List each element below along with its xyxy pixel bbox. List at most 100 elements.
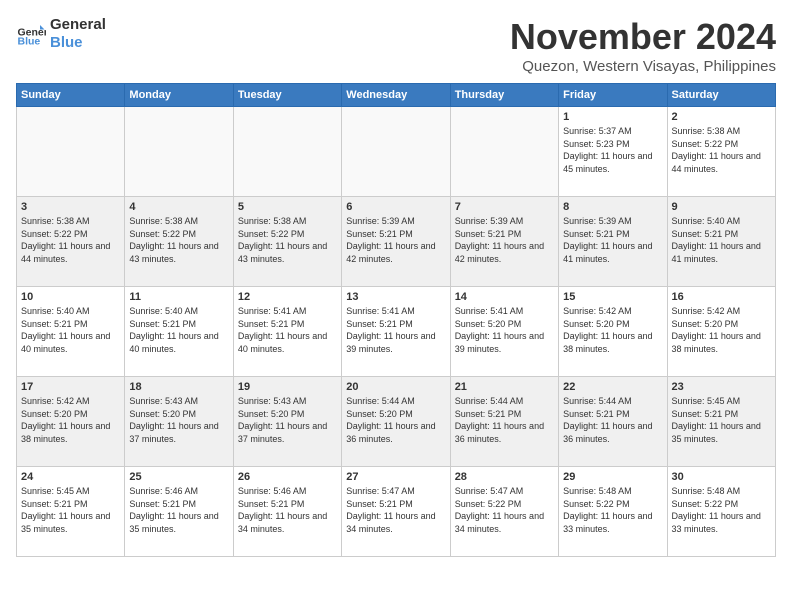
calendar-cell: 28 Sunrise: 5:47 AM Sunset: 5:22 PM Dayli… [450, 467, 558, 557]
weekday-header-saturday: Saturday [667, 84, 775, 107]
calendar-cell: 7Sunrise: 5:39 AM Sunset: 5:21 PM Daylig… [450, 197, 558, 287]
weekday-header-tuesday: Tuesday [233, 84, 341, 107]
day-info: Sunrise: 5:38 AM Sunset: 5:22 PM Dayligh… [238, 215, 337, 265]
calendar-cell: 30 Sunrise: 5:48 AM Sunset: 5:22 PM Dayli… [667, 467, 775, 557]
day-number: 14 [455, 291, 554, 303]
day-info: Sunrise: 5:40 AM Sunset: 5:21 PM Dayligh… [129, 305, 228, 355]
day-number: 26 [238, 471, 337, 483]
weekday-header-row: SundayMondayTuesdayWednesdayThursdayFrid… [17, 84, 776, 107]
week-row-4: 17 Sunrise: 5:42 AM Sunset: 5:20 PM Dayli… [17, 377, 776, 467]
calendar-cell: 5 Sunrise: 5:38 AM Sunset: 5:22 PM Daylig… [233, 197, 341, 287]
day-number: 17 [21, 381, 120, 393]
day-info: Sunrise: 5:47 AM Sunset: 5:21 PM Dayligh… [346, 485, 445, 535]
day-info: Sunrise: 5:39 AM Sunset: 5:21 PM Dayligh… [346, 215, 445, 265]
calendar-cell: 19Sunrise: 5:43 AM Sunset: 5:20 PM Dayli… [233, 377, 341, 467]
day-number: 4 [129, 201, 228, 213]
day-number: 25 [129, 471, 228, 483]
calendar-cell [125, 107, 233, 197]
day-info: Sunrise: 5:45 AM Sunset: 5:21 PM Dayligh… [672, 395, 771, 445]
day-number: 23 [672, 381, 771, 393]
day-info: Sunrise: 5:48 AM Sunset: 5:22 PM Dayligh… [563, 485, 662, 535]
day-number: 12 [238, 291, 337, 303]
day-info: Sunrise: 5:44 AM Sunset: 5:21 PM Dayligh… [455, 395, 554, 445]
day-info: Sunrise: 5:38 AM Sunset: 5:22 PM Dayligh… [129, 215, 228, 265]
day-info: Sunrise: 5:40 AM Sunset: 5:21 PM Dayligh… [21, 305, 120, 355]
calendar-cell: 12 Sunrise: 5:41 AM Sunset: 5:21 PM Dayli… [233, 287, 341, 377]
calendar-cell: 29 Sunrise: 5:48 AM Sunset: 5:22 PM Dayli… [559, 467, 667, 557]
title-area: November 2024 Quezon, Western Visayas, P… [510, 16, 776, 75]
day-info: Sunrise: 5:42 AM Sunset: 5:20 PM Dayligh… [672, 305, 771, 355]
calendar-cell: 4 Sunrise: 5:38 AM Sunset: 5:22 PM Daylig… [125, 197, 233, 287]
calendar-cell: 24 Sunrise: 5:45 AM Sunset: 5:21 PM Dayli… [17, 467, 125, 557]
day-info: Sunrise: 5:41 AM Sunset: 5:21 PM Dayligh… [346, 305, 445, 355]
day-info: Sunrise: 5:40 AM Sunset: 5:21 PM Dayligh… [672, 215, 771, 265]
day-info: Sunrise: 5:42 AM Sunset: 5:20 PM Dayligh… [21, 395, 120, 445]
calendar-cell: 26 Sunrise: 5:46 AM Sunset: 5:21 PM Dayli… [233, 467, 341, 557]
day-info: Sunrise: 5:41 AM Sunset: 5:21 PM Dayligh… [238, 305, 337, 355]
location-subtitle: Quezon, Western Visayas, Philippines [510, 58, 776, 75]
calendar-cell [342, 107, 450, 197]
day-info: Sunrise: 5:46 AM Sunset: 5:21 PM Dayligh… [129, 485, 228, 535]
day-info: Sunrise: 5:43 AM Sunset: 5:20 PM Dayligh… [238, 395, 337, 445]
day-number: 30 [672, 471, 771, 483]
weekday-header-friday: Friday [559, 84, 667, 107]
day-info: Sunrise: 5:44 AM Sunset: 5:20 PM Dayligh… [346, 395, 445, 445]
calendar-cell: 2Sunrise: 5:38 AM Sunset: 5:22 PM Daylig… [667, 107, 775, 197]
logo-blue: Blue [50, 34, 106, 52]
logo-general: General [50, 16, 106, 34]
day-info: Sunrise: 5:38 AM Sunset: 5:22 PM Dayligh… [21, 215, 120, 265]
calendar-cell: 6Sunrise: 5:39 AM Sunset: 5:21 PM Daylig… [342, 197, 450, 287]
day-number: 15 [563, 291, 662, 303]
day-number: 21 [455, 381, 554, 393]
weekday-header-wednesday: Wednesday [342, 84, 450, 107]
calendar-table: SundayMondayTuesdayWednesdayThursdayFrid… [16, 83, 776, 557]
day-info: Sunrise: 5:45 AM Sunset: 5:21 PM Dayligh… [21, 485, 120, 535]
day-info: Sunrise: 5:39 AM Sunset: 5:21 PM Dayligh… [563, 215, 662, 265]
calendar-cell: 11Sunrise: 5:40 AM Sunset: 5:21 PM Dayli… [125, 287, 233, 377]
calendar-cell: 22Sunrise: 5:44 AM Sunset: 5:21 PM Dayli… [559, 377, 667, 467]
calendar-cell: 14 Sunrise: 5:41 AM Sunset: 5:20 PM Dayli… [450, 287, 558, 377]
day-info: Sunrise: 5:41 AM Sunset: 5:20 PM Dayligh… [455, 305, 554, 355]
week-row-2: 3 Sunrise: 5:38 AM Sunset: 5:22 PM Daylig… [17, 197, 776, 287]
calendar-cell: 21 Sunrise: 5:44 AM Sunset: 5:21 PM Dayli… [450, 377, 558, 467]
calendar-cell: 16 Sunrise: 5:42 AM Sunset: 5:20 PM Dayli… [667, 287, 775, 377]
calendar-cell: 10 Sunrise: 5:40 AM Sunset: 5:21 PM Dayli… [17, 287, 125, 377]
day-info: Sunrise: 5:42 AM Sunset: 5:20 PM Dayligh… [563, 305, 662, 355]
day-number: 24 [21, 471, 120, 483]
day-info: Sunrise: 5:43 AM Sunset: 5:20 PM Dayligh… [129, 395, 228, 445]
day-number: 5 [238, 201, 337, 213]
calendar-cell [450, 107, 558, 197]
day-number: 3 [21, 201, 120, 213]
day-number: 28 [455, 471, 554, 483]
day-number: 27 [346, 471, 445, 483]
calendar-cell [17, 107, 125, 197]
month-title: November 2024 [510, 16, 776, 58]
day-number: 22 [563, 381, 662, 393]
calendar-cell: 15 Sunrise: 5:42 AM Sunset: 5:20 PM Dayli… [559, 287, 667, 377]
week-row-5: 24 Sunrise: 5:45 AM Sunset: 5:21 PM Dayli… [17, 467, 776, 557]
weekday-header-thursday: Thursday [450, 84, 558, 107]
day-info: Sunrise: 5:37 AM Sunset: 5:23 PM Dayligh… [563, 125, 662, 175]
logo-icon: General Blue [16, 19, 46, 49]
weekday-header-sunday: Sunday [17, 84, 125, 107]
calendar-cell: 17 Sunrise: 5:42 AM Sunset: 5:20 PM Dayli… [17, 377, 125, 467]
day-info: Sunrise: 5:48 AM Sunset: 5:22 PM Dayligh… [672, 485, 771, 535]
day-info: Sunrise: 5:46 AM Sunset: 5:21 PM Dayligh… [238, 485, 337, 535]
calendar-cell: 9Sunrise: 5:40 AM Sunset: 5:21 PM Daylig… [667, 197, 775, 287]
week-row-3: 10 Sunrise: 5:40 AM Sunset: 5:21 PM Dayli… [17, 287, 776, 377]
calendar-cell: 20 Sunrise: 5:44 AM Sunset: 5:20 PM Dayli… [342, 377, 450, 467]
svg-text:Blue: Blue [18, 36, 41, 48]
day-number: 10 [21, 291, 120, 303]
day-number: 16 [672, 291, 771, 303]
day-number: 13 [346, 291, 445, 303]
day-number: 29 [563, 471, 662, 483]
day-info: Sunrise: 5:47 AM Sunset: 5:22 PM Dayligh… [455, 485, 554, 535]
calendar-cell: 18 Sunrise: 5:43 AM Sunset: 5:20 PM Dayli… [125, 377, 233, 467]
logo: General Blue General Blue [16, 16, 106, 52]
calendar-cell [233, 107, 341, 197]
day-number: 20 [346, 381, 445, 393]
calendar-cell: 23 Sunrise: 5:45 AM Sunset: 5:21 PM Dayli… [667, 377, 775, 467]
day-info: Sunrise: 5:39 AM Sunset: 5:21 PM Dayligh… [455, 215, 554, 265]
day-number: 18 [129, 381, 228, 393]
day-info: Sunrise: 5:38 AM Sunset: 5:22 PM Dayligh… [672, 125, 771, 175]
